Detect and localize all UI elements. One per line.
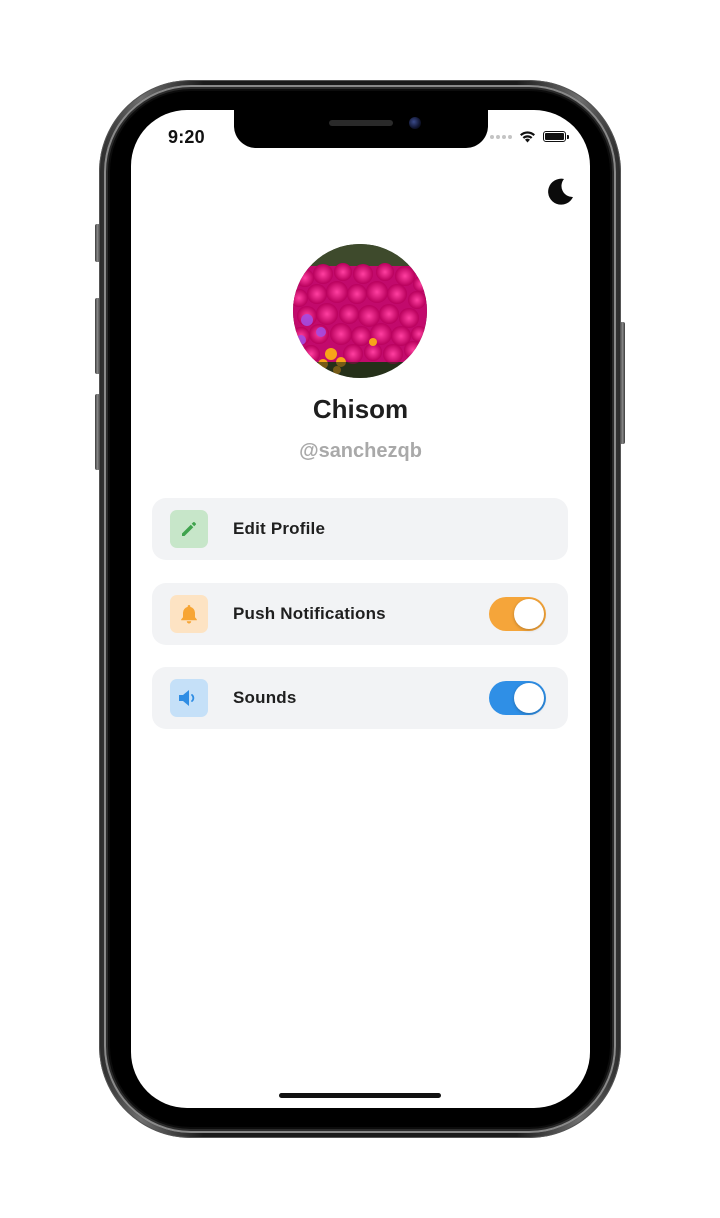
cellular-signal-icon	[490, 134, 512, 139]
app-screen: 9:20 Chisom @sanchezqb Edit Profile Push…	[131, 110, 590, 1108]
bell-icon-tile	[170, 595, 208, 633]
toggle-knob	[514, 599, 544, 629]
push-notifications-row[interactable]: Push Notifications	[152, 583, 568, 645]
bell-icon	[181, 605, 197, 624]
status-time: 9:20	[168, 127, 205, 147]
profile-name: Chisom	[312, 394, 409, 424]
row-label: Sounds	[233, 688, 297, 707]
avatar[interactable]	[293, 244, 427, 378]
battery-icon	[543, 131, 569, 142]
profile-handle: @sanchezqb	[299, 440, 422, 462]
row-label: Push Notifications	[233, 604, 386, 623]
notch	[234, 110, 488, 148]
push-notifications-toggle[interactable]	[489, 597, 546, 631]
pencil-icon-tile	[170, 510, 208, 548]
home-indicator[interactable]	[279, 1093, 441, 1098]
speaker-icon-tile	[170, 679, 208, 717]
speaker-icon	[179, 690, 195, 706]
status-indicators	[490, 130, 569, 143]
wifi-icon	[520, 131, 535, 143]
toggle-knob	[514, 683, 544, 713]
moon-icon[interactable]	[544, 176, 576, 208]
device-stage: 9:20 Chisom @sanchezqb Edit Profile Push…	[0, 0, 720, 1218]
avatar-image	[293, 244, 427, 378]
front-camera	[409, 117, 421, 129]
sounds-row[interactable]: Sounds	[152, 667, 568, 729]
edit-profile-row[interactable]: Edit Profile	[152, 498, 568, 560]
pencil-icon	[182, 522, 196, 536]
row-label: Edit Profile	[233, 519, 326, 538]
earpiece-speaker	[329, 120, 393, 126]
sounds-toggle[interactable]	[489, 681, 546, 715]
